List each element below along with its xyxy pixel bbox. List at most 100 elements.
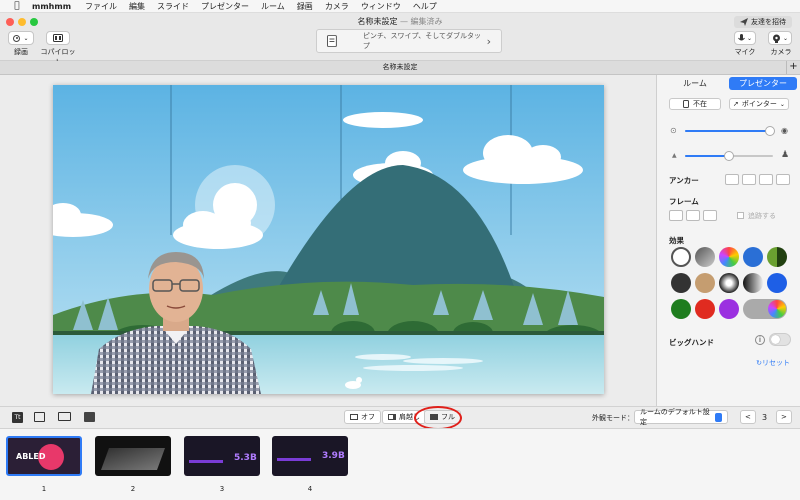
size-slider-knob[interactable] (724, 151, 734, 161)
slide-number-4: 4 (307, 485, 313, 493)
follow-checkbox[interactable] (737, 212, 744, 219)
next-page-button[interactable]: > (776, 410, 792, 424)
phone-icon (683, 100, 689, 108)
camera-label: カメラ (770, 48, 792, 56)
tab-presenter[interactable]: プレゼンター (729, 77, 797, 90)
chevron-down-icon: ⌄ (23, 34, 29, 42)
slide-number-1: 1 (41, 485, 47, 493)
menu-window[interactable]: ウィンドウ (361, 1, 401, 12)
person-small-icon: ▲ (672, 152, 677, 159)
copilot-icon (53, 34, 63, 42)
follow-label: 追跡する (748, 212, 776, 220)
record-button[interactable]: ⌄ (8, 31, 34, 45)
copilot-button[interactable] (46, 31, 70, 45)
tab-room[interactable]: ルーム (661, 77, 729, 90)
anchor-bottom-right-button[interactable] (759, 174, 773, 185)
text-slide-icon[interactable]: Tt (12, 412, 23, 423)
pointer-dropdown[interactable]: ➚ ポインター ⌄ (729, 98, 789, 110)
frame-rect-button[interactable] (686, 210, 700, 221)
slide-thumbnail-3[interactable]: 5.3B (184, 436, 260, 476)
bottom-toolbar: Tt オフ 肩越し フル 外観モード： ルームのデフォルト設定 < 3 > (0, 406, 800, 430)
frame-circle-button[interactable] (703, 210, 717, 221)
effect-halftone-button[interactable] (719, 273, 739, 293)
mic-button[interactable]: ⌄ (734, 31, 756, 45)
slide-thumbnail-1[interactable]: ABLED (6, 436, 82, 476)
printer-icon[interactable] (84, 412, 95, 422)
info-icon[interactable]: i (755, 335, 765, 345)
camera-button[interactable]: ⌄ (768, 31, 792, 45)
paper-plane-icon (740, 18, 748, 26)
opacity-slider[interactable] (685, 126, 776, 136)
chevron-down-icon: ⌄ (746, 34, 753, 42)
hint-banner[interactable]: ピンチ、スワイプ、そしてダブルタップ › (316, 29, 502, 53)
menu-slide[interactable]: スライド (157, 1, 189, 12)
menu-camera[interactable]: カメラ (325, 1, 349, 12)
menu-help[interactable]: ヘルプ (413, 1, 437, 12)
anchor-bottom-center-button[interactable] (742, 174, 756, 185)
hint-text: ピンチ、スワイプ、そしてダブルタップ (362, 32, 482, 50)
document-icon (327, 35, 337, 47)
opacity-slider-knob[interactable] (765, 126, 776, 136)
big-hands-toggle[interactable] (769, 333, 791, 346)
prev-page-button[interactable]: < (740, 410, 756, 424)
apple-icon[interactable]:  (12, 1, 22, 11)
size-slider[interactable] (685, 151, 773, 161)
custom-effect-toggle[interactable] (743, 299, 787, 319)
big-hands-label: ビッグハンド (669, 338, 714, 347)
record-label: 録画 (14, 48, 28, 56)
invite-friends-button[interactable]: 友達を招待 (734, 16, 792, 28)
slide4-value: 3.9B (322, 451, 345, 461)
layout-shoulder-icon (388, 414, 396, 420)
effect-red-button[interactable] (695, 299, 715, 319)
window-title-text: 名称未設定 (357, 17, 398, 26)
slide-thumbnail-2[interactable] (95, 436, 171, 476)
effect-sepia-button[interactable] (695, 273, 715, 293)
stage-area (0, 75, 656, 406)
effect-deep-blue-button[interactable] (767, 273, 787, 293)
menu-app-name[interactable]: mmhmm (32, 2, 71, 11)
document-tab-title[interactable]: 名称未設定 (383, 63, 418, 71)
menu-room[interactable]: ルーム (261, 1, 285, 12)
window-title: 名称未設定 — 編集済み (0, 16, 800, 27)
next-page-label: > (781, 413, 787, 421)
size-slider-fill (685, 155, 729, 157)
effect-blur-button[interactable] (695, 247, 715, 267)
effect-film-button[interactable] (671, 273, 691, 293)
appearance-mode-select[interactable]: ルームのデフォルト設定 (634, 408, 728, 426)
effect-gradient-button[interactable] (743, 273, 763, 293)
effect-purple-button[interactable] (719, 299, 739, 319)
layout-off-button[interactable]: オフ (344, 410, 381, 424)
person-large-icon: ♟ (781, 150, 790, 160)
layout-off-icon (350, 414, 358, 420)
menu-record[interactable]: 録画 (297, 1, 313, 12)
microphone-icon (738, 33, 745, 40)
opacity-slider-fill (685, 130, 771, 132)
away-label: 不在 (693, 100, 707, 108)
laser-pointer-icon: ➚ (733, 100, 739, 108)
effect-color-button[interactable] (719, 247, 739, 267)
effect-green-button[interactable] (671, 299, 691, 319)
appearance-mode-value: ルームのデフォルト設定 (640, 408, 710, 426)
menu-file[interactable]: ファイル (85, 1, 117, 12)
slide-thumbnail-4[interactable]: 3.9B (272, 436, 348, 476)
effect-blue-button[interactable] (743, 247, 763, 267)
menu-presenter[interactable]: プレゼンター (201, 1, 249, 12)
frame-person-button[interactable] (669, 210, 683, 221)
add-tab-button[interactable]: + (786, 61, 800, 74)
reset-button[interactable]: ↻リセット (756, 358, 790, 368)
slide-number-3: 3 (219, 485, 225, 493)
pointer-label: ポインター (741, 100, 777, 108)
effect-green-split-button[interactable] (767, 247, 787, 267)
away-button[interactable]: 不在 (669, 98, 721, 110)
anchor-top-right-button[interactable] (776, 174, 790, 185)
anchor-bottom-left-button[interactable] (725, 174, 739, 185)
effect-none-button[interactable] (671, 247, 691, 267)
add-image-icon[interactable] (34, 412, 45, 422)
inspector-tabs: ルーム プレゼンター (661, 77, 797, 90)
menu-edit[interactable]: 編集 (129, 1, 145, 12)
screen-share-icon[interactable] (58, 412, 71, 421)
chevron-right-icon[interactable]: › (487, 35, 491, 48)
eye-closed-icon: ⊙ (670, 126, 677, 135)
slide-canvas[interactable] (53, 85, 604, 394)
page-number: 3 (762, 413, 768, 422)
